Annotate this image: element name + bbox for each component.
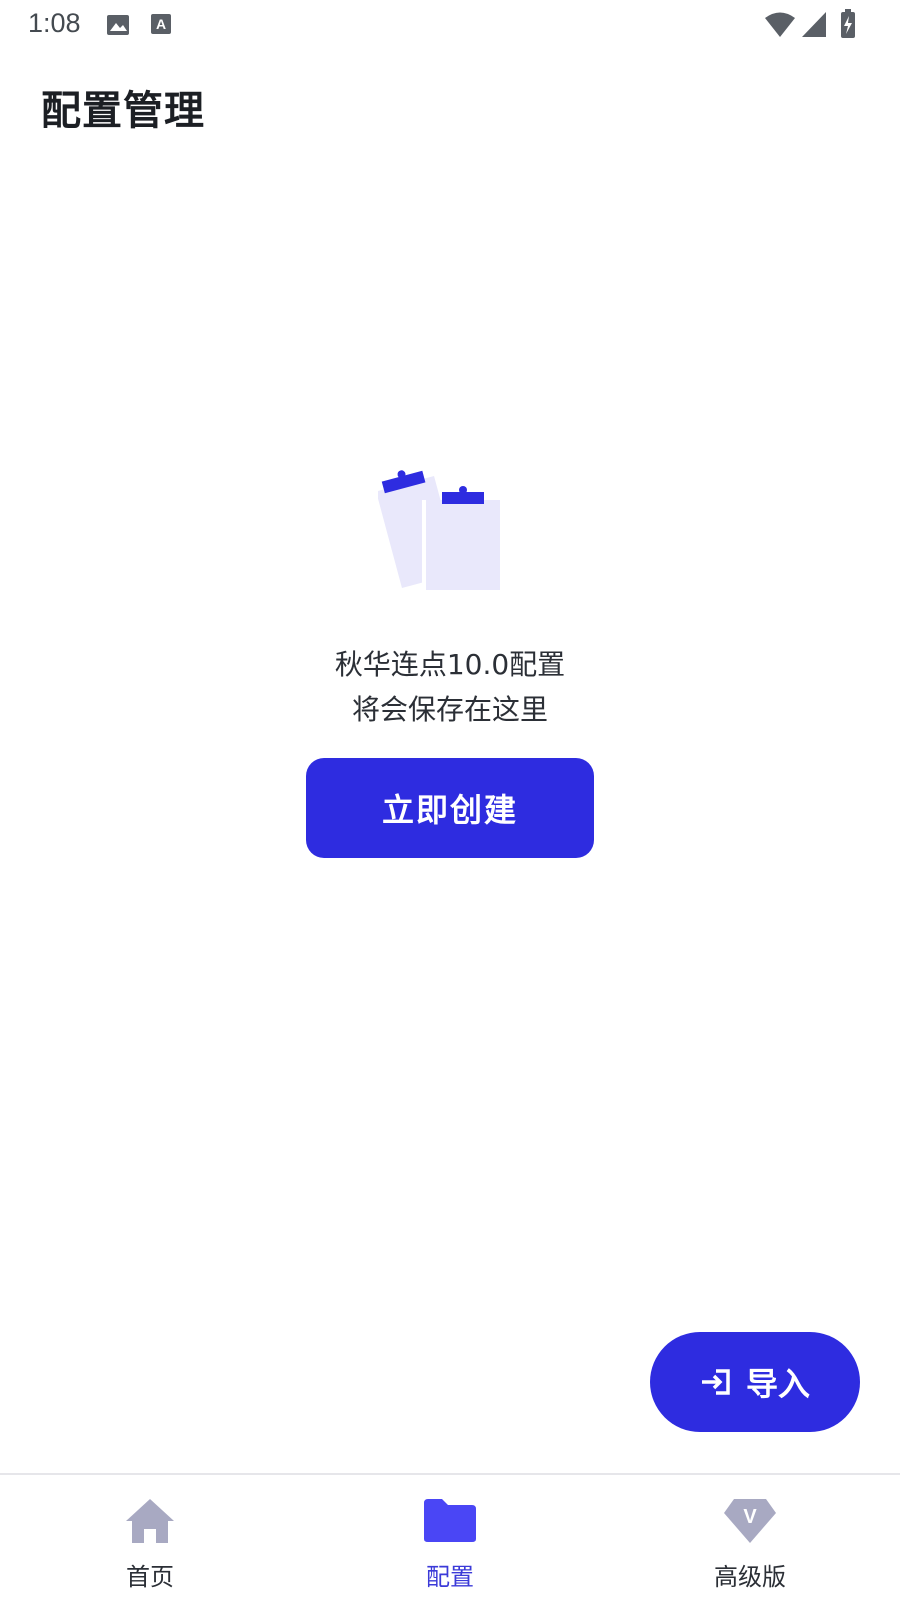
nav-item-config[interactable]: 配置 xyxy=(300,1475,600,1600)
home-icon xyxy=(124,1497,176,1549)
folder-icon xyxy=(422,1497,478,1547)
page-title: 配置管理 xyxy=(41,88,205,134)
nav-label-home: 首页 xyxy=(126,1563,174,1591)
gallery-notification-icon xyxy=(106,14,130,40)
status-time: 1:08 xyxy=(28,8,81,38)
nav-item-premium[interactable]: V 高级版 xyxy=(600,1475,900,1600)
wifi-icon xyxy=(764,12,796,42)
import-label: 导入 xyxy=(745,1365,810,1403)
nav-item-home[interactable]: 首页 xyxy=(0,1475,300,1600)
nav-label-premium: 高级版 xyxy=(714,1563,786,1591)
clipboard-illustration-icon xyxy=(376,462,518,602)
premium-v-icon: V xyxy=(722,1497,778,1549)
status-bar: 1:08 A xyxy=(0,0,900,50)
create-now-button[interactable]: 立即创建 xyxy=(306,758,594,858)
import-icon xyxy=(700,1367,734,1397)
empty-message-line2: 将会保存在这里 xyxy=(351,693,548,726)
font-notification-icon: A xyxy=(150,13,172,39)
signal-icon xyxy=(802,12,826,42)
svg-text:V: V xyxy=(743,1506,757,1528)
bottom-nav: 首页 配置 V 高级版 xyxy=(0,1473,900,1600)
import-button[interactable]: 导入 xyxy=(650,1332,860,1432)
battery-charging-icon xyxy=(840,9,856,43)
nav-label-config: 配置 xyxy=(426,1563,474,1591)
screen: 1:08 A 配置管理 秋华连点10.0配置 将会保存在这里 立即创建 导入 首… xyxy=(0,0,900,1600)
svg-text:A: A xyxy=(156,16,166,32)
empty-message-line1: 秋华连点10.0配置 xyxy=(334,648,566,681)
